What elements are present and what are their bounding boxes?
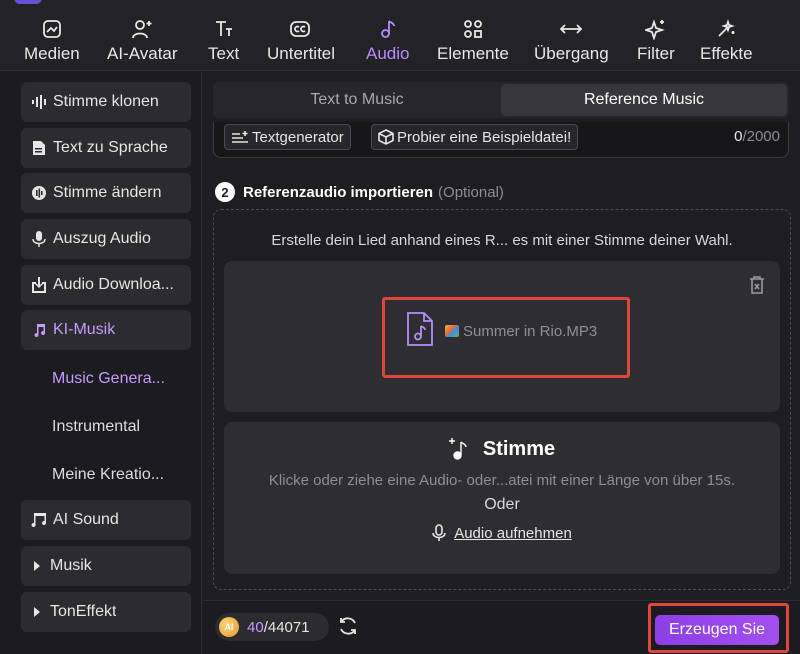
tab-reference-music[interactable]: Reference Music [501,84,787,116]
credits-total: /44071 [263,618,310,636]
reference-audio-dropzone: Erstelle dein Lied anhand eines R... es … [213,209,791,590]
top-toolbar: Medien AI-Avatar Text Untertitel Audio E… [0,0,800,71]
audio-icon [375,17,401,41]
sound-icon [31,512,47,528]
bottom-action-bar: AI 40 /44071 Erzeugen Sie [203,600,800,654]
delete-file-icon[interactable] [748,275,766,300]
record-audio-link[interactable]: Audio aufnehmen [224,524,780,542]
voice-or-label: Oder [484,496,520,513]
filter-icon [643,17,669,41]
main-panel: Text to Music Reference Music Textgenera… [203,72,800,654]
sidebar-item-stimme-aendern[interactable]: Stimme ändern [21,173,191,213]
step-number-badge: 2 [215,182,235,202]
tab-uebergang[interactable]: Übergang [534,17,609,69]
tab-text[interactable]: Text [208,17,239,69]
refresh-icon[interactable] [337,615,359,642]
sidebar-subitem-instrumental[interactable]: Instrumental [52,418,140,436]
credits-counter: AI 40 /44071 [215,613,329,641]
text-generator-label: Textgenerator [252,128,344,146]
mode-segmented-control: Text to Music Reference Music [213,82,789,118]
waveform-icon [31,94,47,110]
highlight-box-file [382,297,630,378]
highlight-box-generate [648,603,789,653]
text-generator-icon [232,131,248,143]
sidebar-item-text-zu-sprache[interactable]: Text zu Sprache [21,128,191,168]
cube-icon [378,129,394,145]
tab-untertitel[interactable]: Untertitel [267,17,335,69]
sidebar-item-ai-sound[interactable]: AI Sound [21,500,191,540]
sidebar-item-musik[interactable]: Musik [21,546,191,586]
voice-description: Klicke oder ziehe eine Audio- oder...ate… [268,472,736,489]
credits-used: 40 [247,618,264,636]
sample-file-label: Probier eine Beispieldatei! [397,128,572,146]
section-title-text: Referenzaudio importieren [243,183,434,201]
ai-coin-icon: AI [219,617,239,637]
effects-icon [713,17,739,41]
sample-file-button[interactable]: Probier eine Beispieldatei! [371,124,579,150]
app-logo [14,0,42,4]
download-icon [31,277,47,293]
media-icon [39,17,65,41]
music-note-icon [31,322,47,338]
voice-title: Stimme [224,436,780,462]
tab-effekte[interactable]: Effekte [700,17,753,69]
sidebar-subitem-music-generator[interactable]: Music Genera... [52,370,165,388]
tab-ai-avatar[interactable]: AI-Avatar [107,17,178,69]
microphone-icon [432,524,447,541]
tab-medien[interactable]: Medien [24,17,80,69]
subtitle-icon [288,17,314,41]
tab-audio[interactable]: Audio [366,17,409,69]
sidebar-item-ki-musik[interactable]: KI-Musik [21,310,191,350]
character-counter: 0/2000 [734,128,780,145]
lyrics-textarea-footer: Textgenerator Probier eine Beispieldatei… [213,122,789,158]
text-generator-button[interactable]: Textgenerator [224,124,351,150]
uploaded-file-card[interactable]: Summer in Rio.MP3 [224,261,780,412]
caret-right-icon [34,607,40,617]
voice-upload-card[interactable]: Stimme Klicke oder ziehe eine Audio- ode… [224,422,780,574]
tab-elemente[interactable]: Elemente [437,17,509,69]
sidebar-item-stimme-klonen[interactable]: Stimme klonen [21,82,191,122]
microphone-icon [31,231,47,247]
document-icon [31,140,47,156]
tab-text-to-music[interactable]: Text to Music [215,84,499,116]
sidebar-subitem-meine-kreationen[interactable]: Meine Kreatio... [52,466,164,484]
avatar-icon [129,17,155,41]
text-icon [211,17,237,41]
elements-icon [460,17,486,41]
sidebar-item-audio-download[interactable]: Audio Downloa... [21,265,191,305]
sidebar-item-auszug-audio[interactable]: Auszug Audio [21,219,191,259]
sidebar-item-toneffekt[interactable]: TonEffekt [21,592,191,632]
dropzone-description: Erstelle dein Lied anhand eines R... es … [271,232,733,249]
tab-filter[interactable]: Filter [637,17,675,69]
voice-change-icon [31,185,47,201]
section-optional-tag: (Optional) [438,183,504,201]
caret-right-icon [34,561,40,571]
voice-music-icon [448,438,467,460]
sidebar: Stimme klonen Text zu Sprache Stimme änd… [0,72,202,654]
section-reference-audio-title: 2 Referenzaudio importieren (Optional) [215,182,504,202]
transition-icon [558,17,584,41]
